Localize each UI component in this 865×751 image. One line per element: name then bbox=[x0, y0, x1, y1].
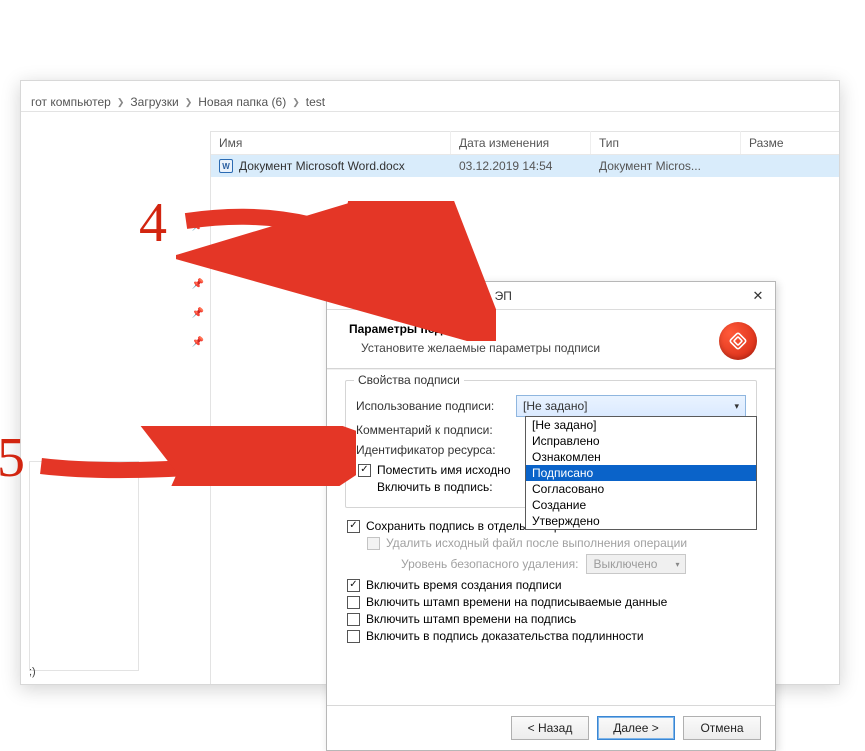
sidebar-footer-text: ;) bbox=[29, 666, 36, 678]
breadcrumb-seg-folder[interactable]: Новая папка (6) bbox=[198, 95, 286, 109]
include-creation-time-checkbox[interactable] bbox=[347, 579, 360, 592]
dialog-subheading: Установите желаемые параметры подписи bbox=[349, 341, 600, 355]
chevron-right-icon: ❯ bbox=[117, 97, 125, 108]
chevron-right-icon: ❯ bbox=[185, 97, 193, 108]
include-in-signature-label: Включить в подпись: bbox=[377, 480, 493, 494]
include-authenticity-evidence-checkbox[interactable] bbox=[347, 630, 360, 643]
signature-use-value: [Не задано] bbox=[523, 399, 588, 413]
timestamp-on-signature-checkbox[interactable] bbox=[347, 613, 360, 626]
sidebar-pane bbox=[29, 461, 139, 671]
cryptoarm-badge-icon bbox=[719, 322, 757, 360]
back-button[interactable]: < Назад bbox=[511, 716, 589, 740]
file-columns-header[interactable]: Имя Дата изменения Тип Разме bbox=[211, 131, 839, 155]
dropdown-option[interactable]: Утверждено bbox=[526, 513, 756, 529]
col-name[interactable]: Имя bbox=[211, 131, 451, 154]
file-row[interactable]: W Документ Microsoft Word.docx 03.12.201… bbox=[211, 155, 839, 177]
timestamp-on-data-label: Включить штамп времени на подписываемые … bbox=[366, 595, 667, 609]
save-separate-file-checkbox[interactable] bbox=[347, 520, 360, 533]
dropdown-option[interactable]: Ознакомлен bbox=[526, 449, 756, 465]
signature-use-dropdown[interactable]: [Не задано] Исправлено Ознакомлен Подпис… bbox=[525, 416, 757, 530]
put-source-name-label: Поместить имя исходно bbox=[377, 463, 511, 477]
annotation-arrow-5 bbox=[36, 426, 356, 486]
word-doc-icon: W bbox=[219, 159, 233, 173]
timestamp-on-data-checkbox[interactable] bbox=[347, 596, 360, 609]
chevron-down-icon: ▾ bbox=[734, 401, 739, 412]
dropdown-option[interactable]: Согласовано bbox=[526, 481, 756, 497]
dropdown-option-selected[interactable]: Подписано bbox=[526, 465, 756, 481]
file-name: Документ Microsoft Word.docx bbox=[239, 159, 405, 173]
dropdown-option[interactable]: Исправлено bbox=[526, 433, 756, 449]
cryptoarm-dialog: КриптоАРМ :: Создание ЭП ✕ Параметры под… bbox=[326, 281, 776, 751]
dropdown-option[interactable]: [Не задано] bbox=[526, 417, 756, 433]
resource-id-label: Идентификатор ресурса: bbox=[356, 443, 516, 457]
file-date: 03.12.2019 14:54 bbox=[451, 159, 591, 173]
group-legend: Свойства подписи bbox=[354, 373, 464, 387]
cancel-button[interactable]: Отмена bbox=[683, 716, 761, 740]
col-date[interactable]: Дата изменения bbox=[451, 131, 591, 154]
delete-source-label: Удалить исходный файл после выполнения о… bbox=[386, 536, 687, 550]
include-creation-time-label: Включить время создания подписи bbox=[366, 578, 562, 592]
delete-source-checkbox bbox=[367, 537, 380, 550]
signature-comment-label: Комментарий к подписи: bbox=[356, 423, 516, 437]
put-source-name-checkbox[interactable] bbox=[358, 464, 371, 477]
annotation-number-5: 5 bbox=[0, 426, 25, 490]
chevron-down-icon: ▾ bbox=[675, 560, 679, 569]
col-size[interactable]: Разме bbox=[741, 131, 839, 154]
secure-delete-level-select: Выключено ▾ bbox=[586, 554, 686, 574]
next-button[interactable]: Далее > bbox=[597, 716, 675, 740]
breadcrumb[interactable]: гот компьютер ❯ Загрузки ❯ Новая папка (… bbox=[21, 95, 839, 109]
secure-delete-level-value: Выключено bbox=[593, 557, 657, 571]
annotation-number-4: 4 bbox=[139, 191, 167, 255]
chevron-right-icon: ❯ bbox=[292, 97, 300, 108]
signature-use-combobox[interactable]: [Не задано] ▾ bbox=[516, 395, 746, 417]
secure-delete-level-label: Уровень безопасного удаления: bbox=[401, 557, 578, 571]
col-type[interactable]: Тип bbox=[591, 131, 741, 154]
breadcrumb-seg-pc[interactable]: гот компьютер bbox=[31, 95, 111, 109]
timestamp-on-signature-label: Включить штамп времени на подпись bbox=[366, 612, 576, 626]
close-button[interactable]: ✕ bbox=[749, 287, 767, 305]
breadcrumb-seg-test[interactable]: test bbox=[306, 95, 325, 109]
file-type: Документ Micros... bbox=[591, 159, 741, 173]
dropdown-option[interactable]: Создание bbox=[526, 497, 756, 513]
breadcrumb-seg-downloads[interactable]: Загрузки bbox=[130, 95, 178, 109]
annotation-arrow-4 bbox=[176, 201, 496, 341]
signature-use-label: Использование подписи: bbox=[356, 399, 516, 413]
include-authenticity-evidence-label: Включить в подпись доказательства подлин… bbox=[366, 629, 644, 643]
